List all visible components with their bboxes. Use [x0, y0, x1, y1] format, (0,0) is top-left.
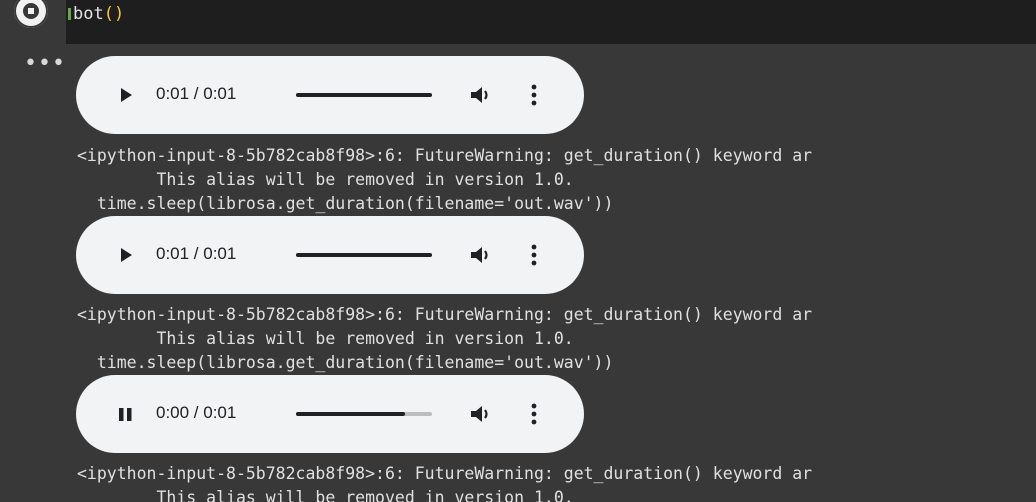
play-icon[interactable] — [114, 243, 138, 267]
more-vert-icon[interactable] — [530, 401, 538, 427]
code-parens: () — [103, 4, 125, 24]
warning-line: <ipython-input-8-5b782cab8f98>:6: Future… — [77, 305, 813, 324]
volume-icon[interactable] — [468, 83, 494, 107]
warning-line: This alias will be removed in version 1.… — [77, 170, 574, 189]
warning-output: <ipython-input-8-5b782cab8f98>:6: Future… — [77, 303, 812, 375]
pause-icon[interactable] — [114, 402, 138, 426]
audio-progress-fill — [296, 93, 432, 97]
audio-seek-slider[interactable] — [296, 412, 432, 416]
audio-seek-slider[interactable] — [296, 93, 432, 97]
volume-icon[interactable] — [468, 243, 494, 267]
more-vert-icon[interactable] — [530, 82, 538, 108]
warning-output: <ipython-input-8-5b782cab8f98>:6: Future… — [77, 462, 812, 502]
output-menu-icon[interactable]: ••• — [24, 53, 66, 75]
audio-seek-slider[interactable] — [296, 253, 432, 257]
audio-time: 0:00 / 0:01 — [156, 403, 237, 422]
notebook-page: bot() ••• 0:01 / 0:01 <ipython-input-8-5… — [0, 0, 1036, 502]
audio-player[interactable]: 0:00 / 0:01 — [76, 375, 584, 453]
code-editor[interactable]: bot() — [66, 0, 1036, 44]
more-vert-icon[interactable] — [530, 242, 538, 268]
run-cell-button[interactable] — [14, 0, 48, 28]
warning-line: <ipython-input-8-5b782cab8f98>:6: Future… — [77, 464, 813, 483]
play-icon[interactable] — [114, 83, 138, 107]
code-function-name: bot — [73, 4, 104, 24]
audio-time: 0:01 / 0:01 — [156, 84, 237, 103]
audio-player[interactable]: 0:01 / 0:01 — [76, 216, 584, 294]
execution-marker — [68, 8, 71, 20]
warning-line: <ipython-input-8-5b782cab8f98>:6: Future… — [77, 146, 813, 165]
audio-player[interactable]: 0:01 / 0:01 — [76, 56, 584, 134]
warning-line: time.sleep(librosa.get_duration(filename… — [77, 194, 614, 213]
warning-line: This alias will be removed in version 1.… — [77, 488, 574, 502]
audio-progress-fill — [296, 412, 405, 416]
volume-icon[interactable] — [468, 402, 494, 426]
code-cell: bot() — [0, 0, 1036, 44]
warning-output: <ipython-input-8-5b782cab8f98>:6: Future… — [77, 144, 812, 216]
warning-line: This alias will be removed in version 1.… — [77, 329, 574, 348]
stop-icon — [23, 3, 39, 19]
warning-line: time.sleep(librosa.get_duration(filename… — [77, 353, 614, 372]
code-line: bot() — [73, 3, 124, 25]
audio-time: 0:01 / 0:01 — [156, 244, 237, 263]
audio-progress-fill — [296, 253, 432, 257]
